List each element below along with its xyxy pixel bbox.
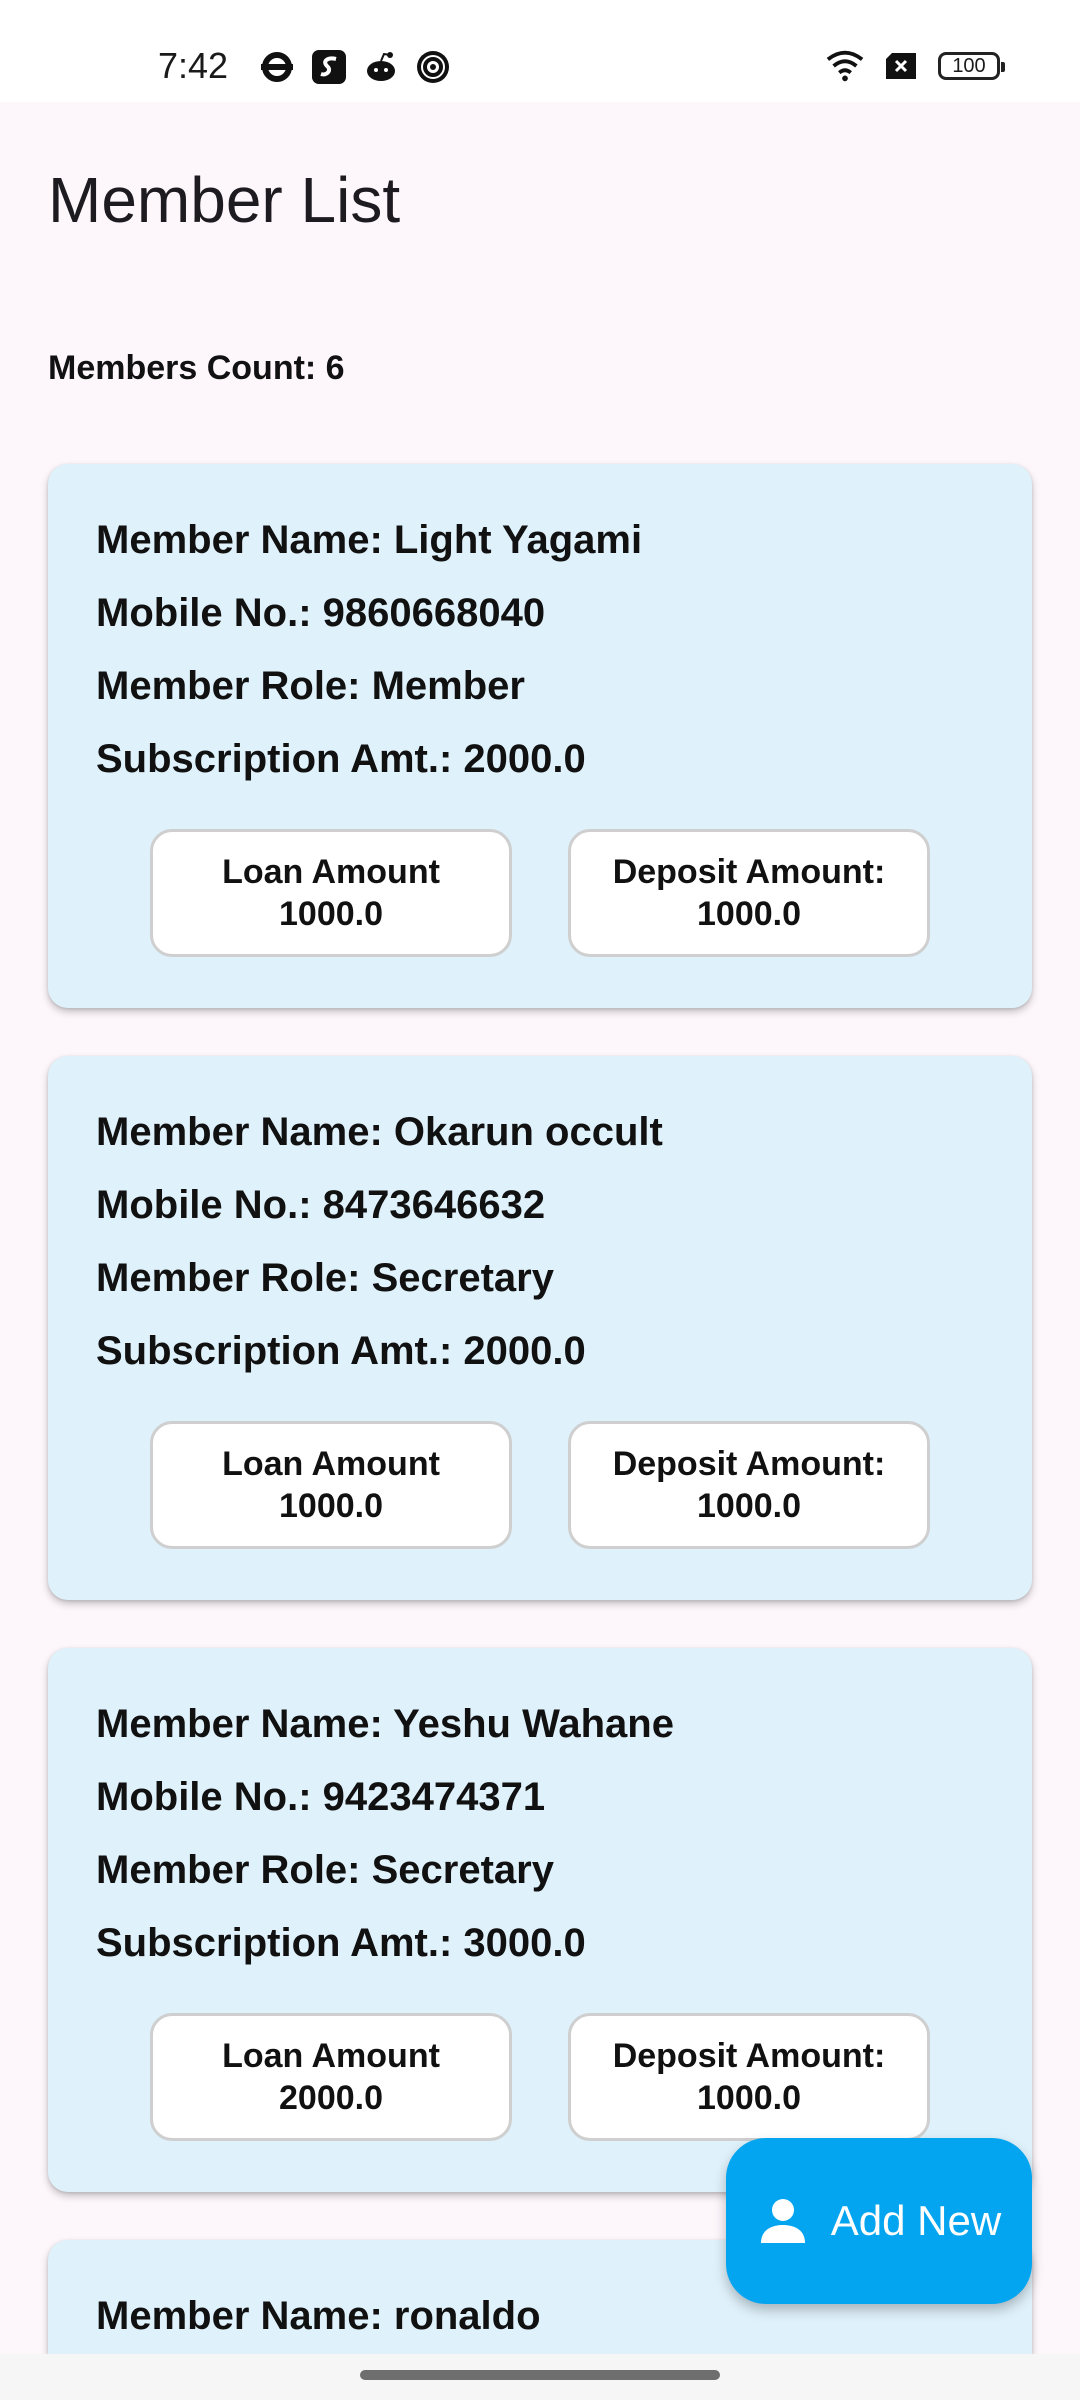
loan-amount-value: 2000.0 [279, 2079, 383, 2117]
member-card[interactable]: Member Name: Okarun occult Mobile No.: 8… [48, 1056, 1032, 1600]
app-s-icon [310, 48, 348, 86]
add-new-label: Add New [830, 2197, 1002, 2244]
home-gesture-handle[interactable] [360, 2370, 720, 2380]
status-right-icons: 100 [826, 46, 1005, 86]
club-badge-icon [414, 48, 452, 86]
loan-amount-value: 1000.0 [279, 895, 383, 933]
wifi-icon [826, 47, 864, 85]
deposit-amount-value: 1000.0 [697, 1487, 801, 1525]
no-sim-icon [882, 47, 920, 85]
member-subscription: Subscription Amt.: 2000.0 [96, 737, 586, 781]
deposit-amount-value: 1000.0 [697, 895, 801, 933]
deposit-amount-value: 1000.0 [697, 2079, 801, 2117]
deposit-amount-button[interactable]: Deposit Amount: 1000.0 [568, 829, 930, 957]
loan-amount-label: Loan Amount [222, 853, 440, 891]
underground-icon [258, 48, 296, 86]
member-mobile: Mobile No.: 8473646632 [96, 1183, 546, 1227]
navigation-bar [0, 2354, 1080, 2400]
member-name: Member Name: Yeshu Wahane [96, 1702, 674, 1746]
loan-amount-button[interactable]: Loan Amount 2000.0 [150, 2013, 512, 2141]
person-icon [757, 2195, 809, 2247]
member-role: Member Role: Member [96, 664, 525, 708]
deposit-amount-button[interactable]: Deposit Amount: 1000.0 [568, 2013, 930, 2141]
member-mobile: Mobile No.: 9860668040 [96, 591, 546, 635]
status-left-icons [258, 47, 452, 87]
battery-icon: 100 [938, 52, 1005, 80]
deposit-amount-button[interactable]: Deposit Amount: 1000.0 [568, 1421, 930, 1549]
member-mobile: Mobile No.: 9423474371 [96, 1775, 546, 1819]
loan-amount-label: Loan Amount [222, 2037, 440, 2075]
member-role: Member Role: Secretary [96, 1848, 554, 1892]
deposit-amount-label: Deposit Amount: [612, 853, 886, 891]
member-name: Member Name: Light Yagami [96, 518, 643, 562]
status-bar: 7:42 100 [0, 0, 1080, 102]
loan-amount-button[interactable]: Loan Amount 1000.0 [150, 829, 512, 957]
member-subscription: Subscription Amt.: 3000.0 [96, 1921, 586, 1965]
reddit-icon [362, 48, 400, 86]
add-new-button[interactable]: Add New [726, 2138, 1032, 2304]
member-subscription: Subscription Amt.: 2000.0 [96, 1329, 586, 1373]
member-name: Member Name: ronaldo [96, 2294, 541, 2338]
member-card[interactable]: Member Name: Light Yagami Mobile No.: 98… [48, 464, 1032, 1008]
deposit-amount-label: Deposit Amount: [612, 2037, 886, 2075]
page-title: Member List [48, 164, 401, 236]
loan-amount-value: 1000.0 [279, 1487, 383, 1525]
members-count: Members Count: 6 [48, 349, 345, 387]
member-role: Member Role: Secretary [96, 1256, 554, 1300]
member-name: Member Name: Okarun occult [96, 1110, 663, 1154]
loan-amount-button[interactable]: Loan Amount 1000.0 [150, 1421, 512, 1549]
deposit-amount-label: Deposit Amount: [612, 1445, 886, 1483]
member-card[interactable]: Member Name: Yeshu Wahane Mobile No.: 94… [48, 1648, 1032, 2192]
loan-amount-label: Loan Amount [222, 1445, 440, 1483]
status-time: 7:42 [158, 45, 229, 86]
